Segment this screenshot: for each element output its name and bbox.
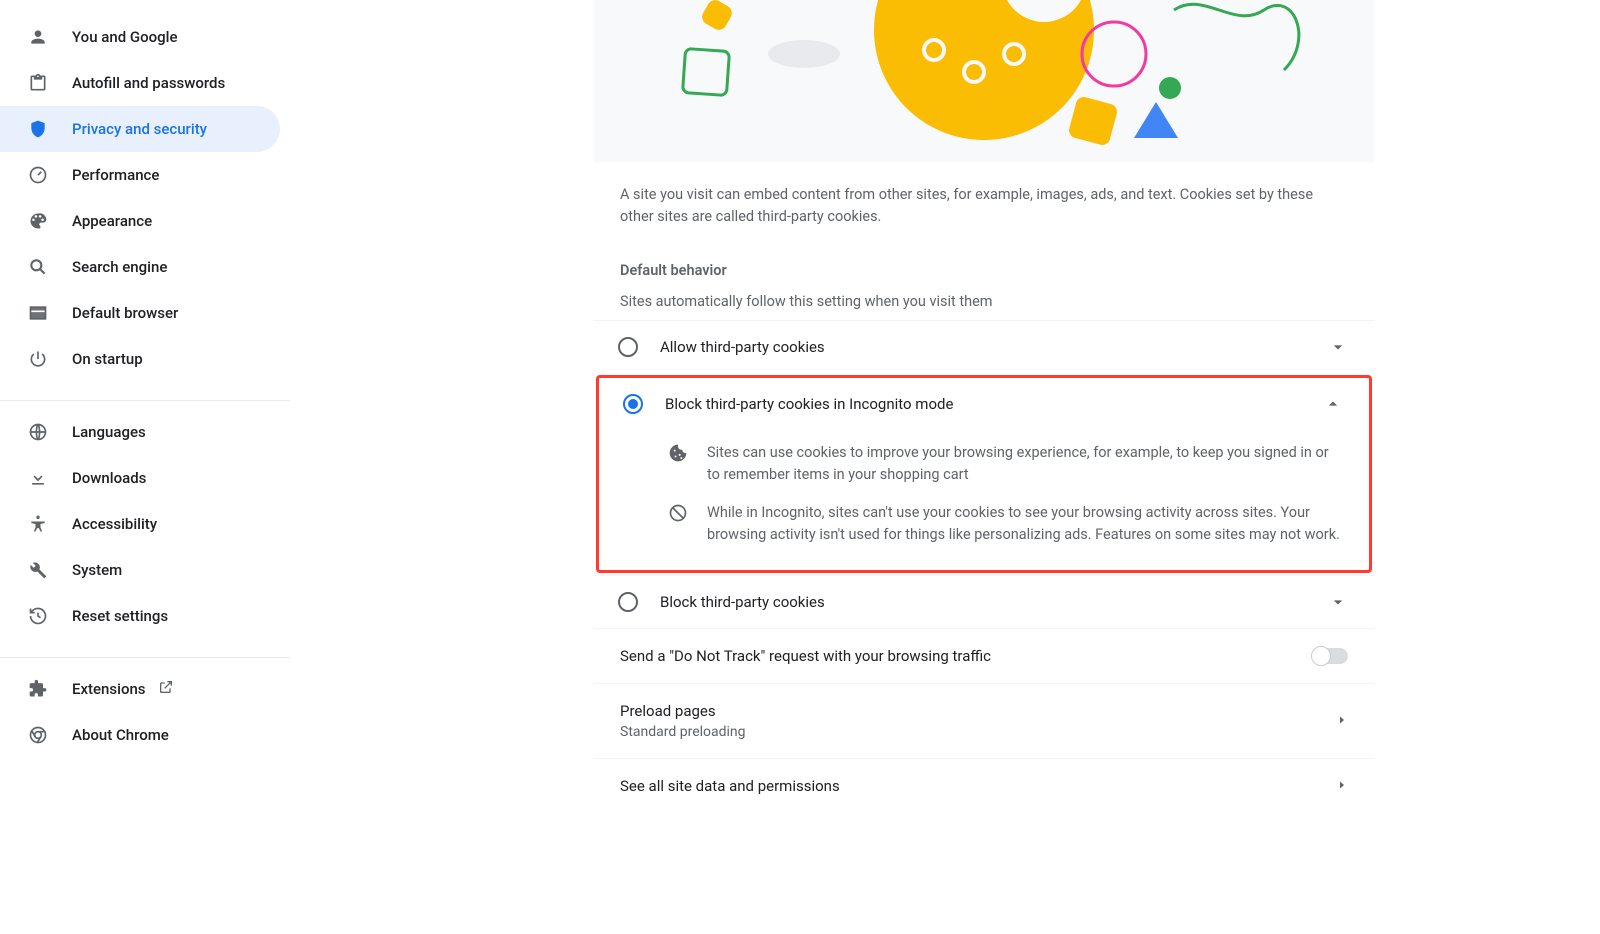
sidebar-item-performance[interactable]: Performance xyxy=(0,152,280,198)
setting-label: Preload pages xyxy=(620,702,1336,720)
sidebar-item-label: Autofill and passwords xyxy=(72,74,225,92)
detail-row: While in Incognito, sites can't use your… xyxy=(667,494,1343,554)
speedometer-icon xyxy=(28,165,48,185)
detail-text: Sites can use cookies to improve your br… xyxy=(707,442,1343,486)
sidebar-item-reset-settings[interactable]: Reset settings xyxy=(0,593,280,639)
setting-preload-pages[interactable]: Preload pages Standard preloading xyxy=(594,683,1374,758)
cookies-settings-panel: A site you visit can embed content from … xyxy=(594,0,1374,813)
radio-unchecked-icon xyxy=(618,592,638,612)
option-label: Block third-party cookies in Incognito m… xyxy=(665,395,1323,413)
radio-checked-icon xyxy=(623,394,643,414)
sidebar-item-label: You and Google xyxy=(72,28,177,46)
radio-unchecked-icon xyxy=(618,337,638,357)
globe-icon xyxy=(28,422,48,442)
option-allow-third-party[interactable]: Allow third-party cookies xyxy=(594,320,1374,373)
nav-group-advanced: Languages Downloads Accessibility System… xyxy=(0,409,300,649)
setting-site-data[interactable]: See all site data and permissions xyxy=(594,758,1374,813)
clipboard-icon xyxy=(28,73,48,93)
external-link-icon xyxy=(158,679,174,699)
sidebar-item-autofill[interactable]: Autofill and passwords xyxy=(0,60,280,106)
download-icon xyxy=(28,468,48,488)
divider xyxy=(0,657,290,658)
hero-illustration xyxy=(594,0,1374,162)
cookie-icon xyxy=(667,442,689,464)
setting-label: See all site data and permissions xyxy=(620,777,1336,795)
option-label: Block third-party cookies xyxy=(660,593,1328,611)
option-details: Sites can use cookies to improve your br… xyxy=(599,430,1369,570)
sidebar-item-label: On startup xyxy=(72,350,143,368)
accessibility-icon xyxy=(28,514,48,534)
sidebar-item-extensions[interactable]: Extensions xyxy=(0,666,280,712)
sidebar-item-system[interactable]: System xyxy=(0,547,280,593)
block-icon xyxy=(667,502,689,524)
option-block-incognito[interactable]: Block third-party cookies in Incognito m… xyxy=(599,378,1369,430)
sidebar-item-on-startup[interactable]: On startup xyxy=(0,336,280,382)
option-label: Allow third-party cookies xyxy=(660,338,1328,356)
sidebar-item-label: Appearance xyxy=(72,212,152,230)
wrench-icon xyxy=(28,560,48,580)
history-icon xyxy=(28,606,48,626)
browser-icon xyxy=(28,303,48,323)
sidebar-item-label: Privacy and security xyxy=(72,120,207,138)
setting-do-not-track[interactable]: Send a "Do Not Track" request with your … xyxy=(594,628,1374,683)
divider xyxy=(0,400,290,401)
chrome-icon xyxy=(28,725,48,745)
setting-sublabel: Standard preloading xyxy=(620,724,1336,740)
power-icon xyxy=(28,349,48,369)
default-behavior-subtext: Sites automatically follow this setting … xyxy=(594,279,1374,320)
sidebar-item-label: Search engine xyxy=(72,258,167,276)
sidebar-item-label: Default browser xyxy=(72,304,178,322)
toggle-off[interactable] xyxy=(1312,648,1348,664)
puzzle-icon xyxy=(28,679,48,699)
sidebar-item-privacy-security[interactable]: Privacy and security xyxy=(0,106,280,152)
detail-text: While in Incognito, sites can't use your… xyxy=(707,502,1343,546)
sidebar-item-search-engine[interactable]: Search engine xyxy=(0,244,280,290)
setting-label: Send a "Do Not Track" request with your … xyxy=(620,647,1312,665)
chevron-down-icon[interactable] xyxy=(1328,337,1348,357)
sidebar-item-downloads[interactable]: Downloads xyxy=(0,455,280,501)
person-icon xyxy=(28,27,48,47)
highlighted-option-box: Block third-party cookies in Incognito m… xyxy=(596,375,1372,573)
sidebar-item-label: Downloads xyxy=(72,469,146,487)
settings-sidebar: You and Google Autofill and passwords Pr… xyxy=(0,0,300,768)
sidebar-item-label: Accessibility xyxy=(72,515,157,533)
sidebar-item-about-chrome[interactable]: About Chrome xyxy=(0,712,280,758)
nav-group-basics: You and Google Autofill and passwords Pr… xyxy=(0,14,300,392)
sidebar-item-label: Reset settings xyxy=(72,607,168,625)
default-behavior-heading: Default behavior xyxy=(594,228,1374,279)
nav-group-footer: Extensions About Chrome xyxy=(0,666,300,768)
detail-row: Sites can use cookies to improve your br… xyxy=(667,434,1343,494)
sidebar-item-default-browser[interactable]: Default browser xyxy=(0,290,280,336)
sidebar-item-label: System xyxy=(72,561,122,579)
shield-icon xyxy=(28,119,48,139)
sidebar-item-label: Extensions xyxy=(72,680,146,698)
sidebar-item-you-and-google[interactable]: You and Google xyxy=(0,14,280,60)
sidebar-item-label: About Chrome xyxy=(72,726,169,744)
sidebar-item-appearance[interactable]: Appearance xyxy=(0,198,280,244)
search-icon xyxy=(28,257,48,277)
arrow-right-icon xyxy=(1336,777,1348,795)
sidebar-item-languages[interactable]: Languages xyxy=(0,409,280,455)
sidebar-item-accessibility[interactable]: Accessibility xyxy=(0,501,280,547)
chevron-up-icon[interactable] xyxy=(1323,394,1343,414)
sidebar-item-label: Performance xyxy=(72,166,159,184)
palette-icon xyxy=(28,211,48,231)
chevron-down-icon[interactable] xyxy=(1328,592,1348,612)
arrow-right-icon xyxy=(1336,712,1348,730)
option-block-all[interactable]: Block third-party cookies xyxy=(594,575,1374,628)
intro-description: A site you visit can embed content from … xyxy=(594,162,1374,228)
sidebar-item-label: Languages xyxy=(72,423,146,441)
